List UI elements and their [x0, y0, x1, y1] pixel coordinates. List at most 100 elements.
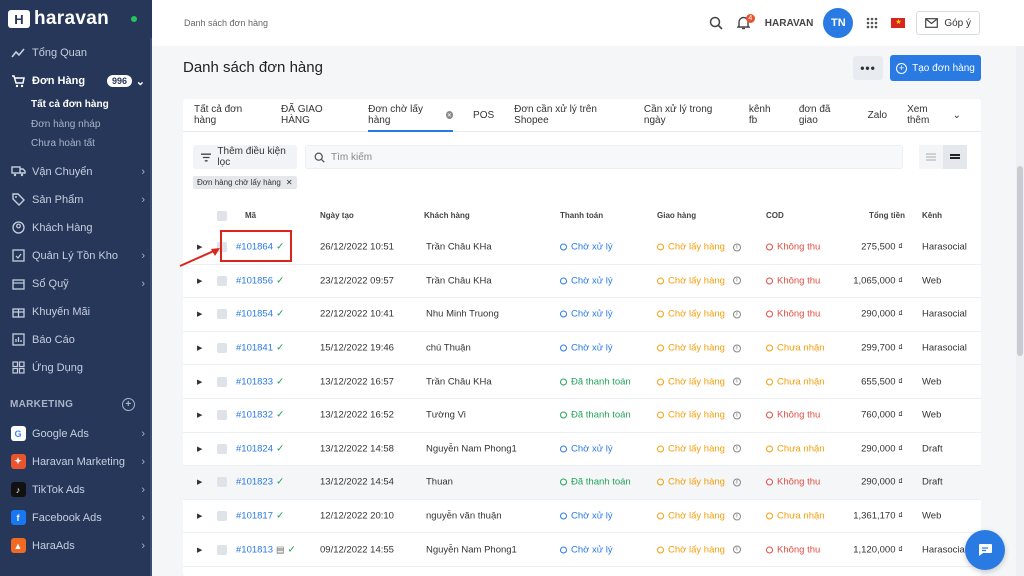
sidebar-scrollbar[interactable]	[150, 38, 152, 576]
expand-caret-icon[interactable]: ▶	[197, 512, 202, 520]
info-icon[interactable]: i	[732, 310, 741, 319]
row-checkbox[interactable]	[217, 477, 227, 488]
row-checkbox[interactable]	[217, 544, 227, 555]
order-code-link[interactable]: #101854 ✓	[236, 309, 284, 320]
table-row[interactable]: ▶ #101841 ✓ 15/12/2022 19:46 chú Thuận Chờ xử…	[183, 332, 981, 366]
expand-caret-icon[interactable]: ▶	[197, 478, 202, 486]
sidebar-item-reports[interactable]: Báo Cáo	[0, 326, 152, 354]
sidebar-subitem-draft-orders[interactable]: Đơn hàng nháp	[0, 115, 152, 135]
col-payment[interactable]: Thanh toán	[560, 211, 603, 220]
info-icon[interactable]: i	[732, 243, 741, 252]
app-grid-icon[interactable]	[861, 12, 883, 34]
order-code-link[interactable]: #101833 ✓	[236, 376, 284, 387]
sidebar-item-promotions[interactable]: Khuyến Mãi	[0, 298, 152, 326]
col-date[interactable]: Ngày tạo	[320, 211, 354, 220]
tab-all-orders[interactable]: Tất cả đơn hàng	[194, 99, 261, 132]
sidebar-item-shipping[interactable]: Vận Chuyển ›	[0, 158, 152, 186]
table-row[interactable]: ▶ #101817 ✓ 12/12/2022 20:10 nguyễn văn thuậ…	[183, 500, 981, 534]
info-icon[interactable]: i	[732, 411, 741, 420]
col-customer[interactable]: Khách hàng	[424, 211, 470, 220]
create-order-button[interactable]: + Tạo đơn hàng	[890, 55, 981, 81]
table-row[interactable]: ▶ #101813 ▤ ✓ 09/12/2022 14:55 Nguyễn Nam Pho…	[183, 533, 981, 567]
tab-more[interactable]: Xem thêm ⌄	[907, 99, 961, 132]
info-icon[interactable]: i	[732, 377, 741, 386]
vietnam-flag-icon[interactable]	[891, 18, 906, 28]
order-code-link[interactable]: #101841 ✓	[236, 343, 284, 354]
sidebar-item-haravan-marketing[interactable]: ✦ Haravan Marketing ›	[0, 448, 152, 476]
search-input[interactable]: Tìm kiếm	[305, 145, 903, 169]
row-checkbox[interactable]	[217, 343, 227, 354]
col-shipping[interactable]: Giao hàng	[657, 211, 696, 220]
add-channel-icon[interactable]: +	[122, 398, 135, 411]
page-scrollbar[interactable]	[1016, 46, 1024, 576]
row-checkbox[interactable]	[217, 275, 227, 286]
expand-caret-icon[interactable]: ▶	[197, 277, 202, 285]
table-row[interactable]: ▶ #101823 ✓ 13/12/2022 14:54 Thuan Đã thanh t…	[183, 466, 981, 500]
table-row[interactable]: ▶ #101832 ✓ 13/12/2022 16:52 Tường Vi Đã than…	[183, 399, 981, 433]
active-filter-chip[interactable]: Đơn hàng chờ lấy hàng ✕	[193, 176, 297, 189]
table-row[interactable]: ▶ #101833 ✓ 13/12/2022 16:57 Trần Châu KHa Đã…	[183, 365, 981, 399]
feedback-button[interactable]: Góp ý	[916, 11, 980, 35]
order-code-link[interactable]: #101832 ✓	[236, 410, 284, 421]
sidebar-item-google-ads[interactable]: G Google Ads ›	[0, 420, 152, 448]
more-actions-button[interactable]: •••	[853, 56, 883, 80]
col-cod[interactable]: COD	[766, 211, 784, 220]
info-icon[interactable]: i	[732, 512, 741, 521]
row-checkbox[interactable]	[217, 309, 227, 320]
table-row[interactable]: ▶ #101856 ✓ 23/12/2022 09:57 Trần Châu KHa Ch…	[183, 265, 981, 299]
order-code-link[interactable]: #101813 ▤ ✓	[236, 544, 296, 555]
add-filter-button[interactable]: Thêm điều kiện lọc	[193, 145, 297, 169]
tab-delivered[interactable]: ĐÃ GIAO HÀNG	[281, 99, 348, 132]
close-tab-icon[interactable]: ✕	[445, 111, 454, 119]
avatar[interactable]: TN	[823, 8, 854, 38]
info-icon[interactable]: i	[732, 545, 741, 554]
col-channel[interactable]: Kênh	[922, 211, 942, 220]
bell-icon[interactable]: 4	[733, 12, 755, 34]
info-icon[interactable]: i	[732, 444, 741, 453]
order-code-link[interactable]: #101817 ✓	[236, 511, 284, 522]
row-checkbox[interactable]	[217, 376, 227, 387]
sidebar-item-inventory[interactable]: Quản Lý Tồn Kho ›	[0, 242, 152, 270]
info-icon[interactable]: i	[732, 344, 741, 353]
sidebar-subitem-incomplete[interactable]: Chưa hoàn tất	[0, 134, 152, 154]
col-code[interactable]: Mã	[245, 211, 256, 220]
tab-shopee[interactable]: Đơn cần xử lý trên Shopee	[514, 99, 624, 132]
sidebar-item-customers[interactable]: Khách Hàng	[0, 214, 152, 242]
list-view-icon[interactable]	[919, 145, 943, 169]
search-icon[interactable]	[705, 12, 727, 34]
order-code-link[interactable]: #101823 ✓	[236, 477, 284, 488]
tab-shipped[interactable]: đơn đã giao	[799, 99, 848, 132]
compact-view-icon[interactable]	[943, 145, 967, 169]
brand-logo[interactable]: H haravan	[0, 0, 152, 38]
expand-caret-icon[interactable]: ▶	[197, 344, 202, 352]
sidebar-subitem-all-orders[interactable]: Tất cả đơn hàng	[0, 95, 152, 115]
expand-caret-icon[interactable]: ▶	[197, 546, 202, 554]
col-total[interactable]: Tổng tiền	[869, 211, 905, 220]
info-icon[interactable]: i	[732, 276, 741, 285]
tab-pos[interactable]: POS	[473, 99, 494, 132]
sidebar-item-overview[interactable]: Tổng Quan	[0, 39, 152, 67]
sidebar-item-haraads[interactable]: ▲ HaraAds ›	[0, 532, 152, 560]
sidebar-item-facebook-ads[interactable]: f Facebook Ads ›	[0, 504, 152, 532]
expand-caret-icon[interactable]: ▶	[197, 445, 202, 453]
sidebar-item-apps[interactable]: Ứng Dụng	[0, 354, 152, 382]
row-checkbox[interactable]	[217, 410, 227, 421]
table-row[interactable]: ▶ #101864 ✓ 26/12/2022 10:51 Trần Châu KHa Ch…	[183, 231, 981, 265]
tab-fb-channel[interactable]: kênh fb	[749, 99, 779, 132]
expand-caret-icon[interactable]: ▶	[197, 411, 202, 419]
order-code-link[interactable]: #101824 ✓	[236, 443, 284, 454]
chat-support-button[interactable]	[965, 530, 1005, 570]
tab-today[interactable]: Cần xử lý trong ngày	[644, 99, 729, 132]
sidebar-item-orders[interactable]: Đơn Hàng 996 ⌄	[0, 67, 152, 95]
table-row[interactable]: ▶ #101854 ✓ 22/12/2022 10:41 Nhu Minh Truong…	[183, 298, 981, 332]
row-checkbox[interactable]	[217, 511, 227, 522]
breadcrumb[interactable]: Danh sách đơn hàng	[184, 18, 268, 28]
select-all-checkbox[interactable]	[217, 211, 227, 221]
scrollbar-thumb[interactable]	[1017, 166, 1023, 356]
expand-caret-icon[interactable]: ▶	[197, 378, 202, 386]
info-icon[interactable]: i	[732, 478, 741, 487]
sidebar-item-products[interactable]: Sản Phẩm ›	[0, 186, 152, 214]
tab-zalo[interactable]: Zalo	[868, 99, 887, 132]
tab-awaiting-pickup[interactable]: Đơn chờ lấy hàng ✕	[368, 99, 454, 132]
shop-name[interactable]: HARAVAN	[765, 18, 814, 29]
